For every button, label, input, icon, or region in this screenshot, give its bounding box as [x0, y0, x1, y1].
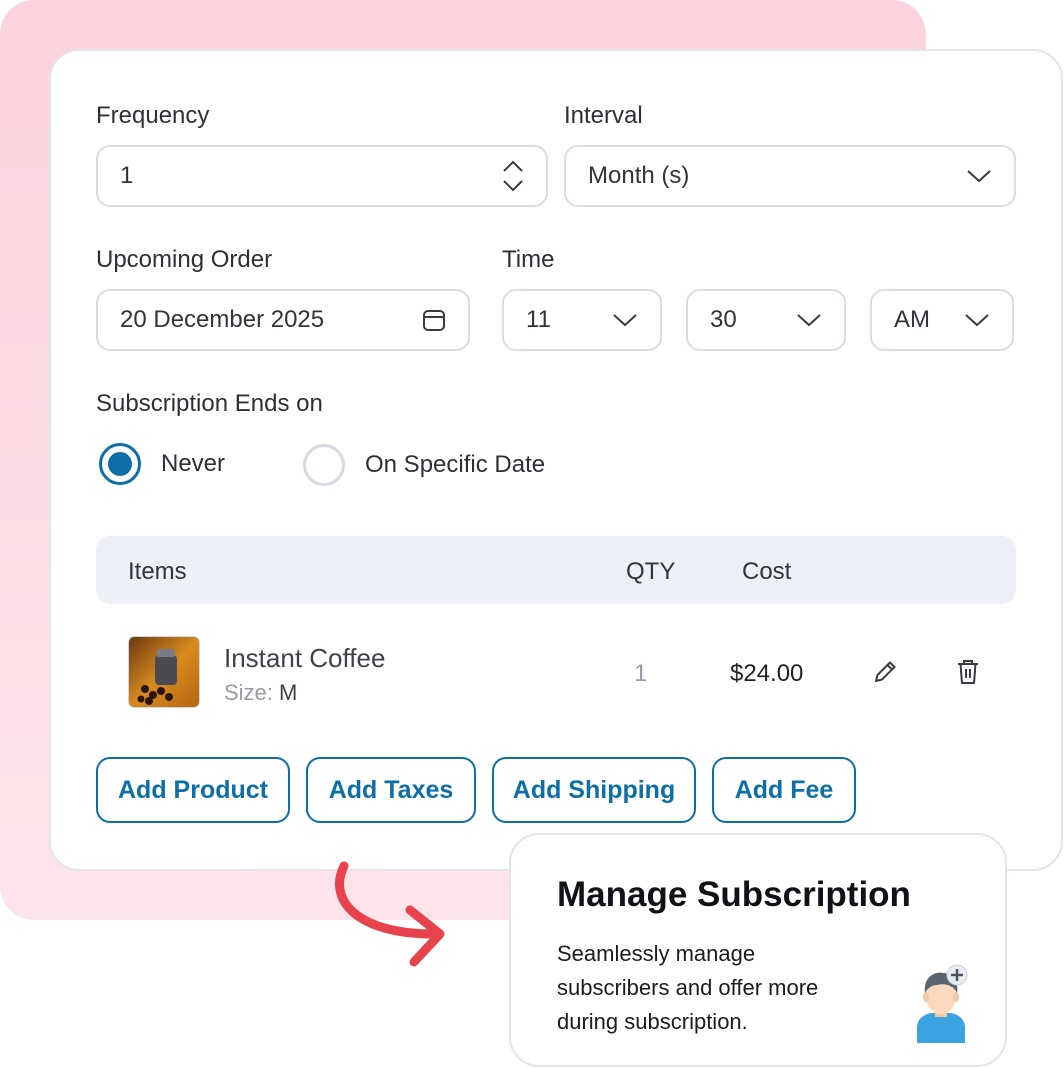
- time-period-value: AM: [894, 306, 930, 333]
- product-qty: 1: [634, 660, 648, 687]
- radio-selected-icon[interactable]: [99, 443, 141, 485]
- curved-arrow-icon: [326, 858, 456, 970]
- chevron-down-icon: [796, 312, 822, 328]
- promo-description-line: subscribers and offer more: [557, 975, 819, 1000]
- radio-never-label: Never: [161, 450, 226, 477]
- product-name: Instant Coffee: [224, 643, 386, 673]
- product-thumbnail: [128, 636, 200, 708]
- manage-subscription-card: Manage Subscription Seamlessly manage su…: [509, 833, 1007, 1067]
- promo-title: Manage Subscription: [557, 875, 911, 914]
- trash-icon[interactable]: [956, 658, 980, 686]
- radio-never[interactable]: Never: [99, 443, 225, 485]
- column-header-items: Items: [128, 558, 187, 585]
- frequency-label: Frequency: [96, 102, 210, 129]
- column-header-cost: Cost: [742, 558, 792, 585]
- frequency-stepper[interactable]: 1: [96, 145, 548, 207]
- up-down-chevron-icon[interactable]: [502, 160, 524, 192]
- upcoming-order-label: Upcoming Order: [96, 246, 273, 273]
- product-size: Size: M: [224, 680, 297, 706]
- product-size-label: Size:: [224, 680, 273, 705]
- interval-value: Month (s): [588, 162, 690, 189]
- add-fee-button[interactable]: Add Fee: [712, 757, 856, 823]
- time-minute-value: 30: [710, 306, 737, 333]
- interval-select[interactable]: Month (s): [564, 145, 1016, 207]
- radio-specific-date[interactable]: On Specific Date: [303, 444, 545, 486]
- product-cost: $24.00: [730, 660, 804, 687]
- frequency-value: 1: [120, 162, 134, 189]
- time-hour-select[interactable]: 11: [502, 289, 662, 351]
- add-shipping-button[interactable]: Add Shipping: [492, 757, 696, 823]
- promo-description-line: Seamlessly manage: [557, 941, 756, 966]
- interval-label: Interval: [564, 102, 643, 129]
- upcoming-order-date-field[interactable]: 20 December 2025: [96, 289, 470, 351]
- chevron-down-icon: [612, 312, 638, 328]
- time-hour-value: 11: [526, 306, 551, 333]
- radio-specific-date-label: On Specific Date: [365, 451, 546, 478]
- time-period-select[interactable]: AM: [870, 289, 1014, 351]
- promo-description-line: during subscription.: [557, 1009, 748, 1034]
- chevron-down-icon: [964, 312, 990, 328]
- time-label: Time: [502, 246, 555, 273]
- add-taxes-button[interactable]: Add Taxes: [306, 757, 476, 823]
- subscription-ends-label: Subscription Ends on: [96, 390, 323, 417]
- add-product-button[interactable]: Add Product: [96, 757, 290, 823]
- calendar-icon[interactable]: [422, 308, 446, 332]
- time-minute-select[interactable]: 30: [686, 289, 846, 351]
- upcoming-order-value: 20 December 2025: [120, 306, 325, 333]
- user-add-avatar-icon: [909, 963, 973, 1043]
- product-size-value: M: [279, 680, 298, 705]
- radio-unselected-icon[interactable]: [303, 444, 345, 486]
- items-table-header: Items QTY Cost: [96, 536, 1016, 604]
- column-header-qty: QTY: [626, 558, 676, 585]
- pencil-icon[interactable]: [872, 659, 898, 685]
- chevron-down-icon: [966, 168, 992, 184]
